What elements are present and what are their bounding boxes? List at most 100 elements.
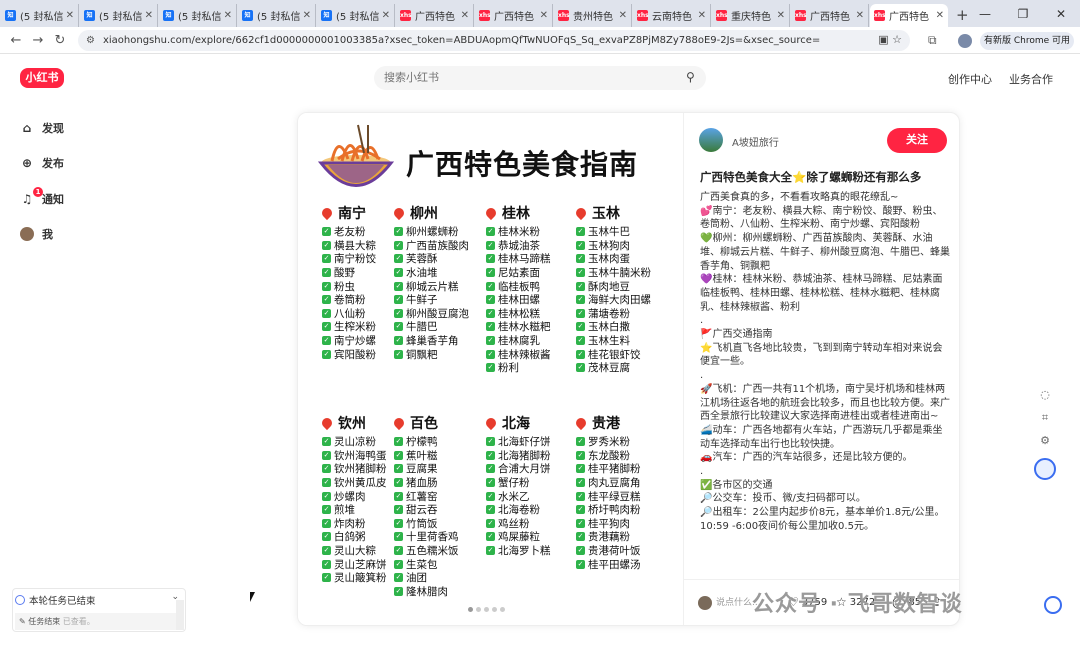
check-icon: ✓ [394,546,403,556]
check-icon: ✓ [394,573,403,583]
check-icon: ✓ [576,464,585,474]
tab-close-icon[interactable]: ✕ [698,10,706,21]
nav-creator-center[interactable]: 创作中心 [948,71,992,87]
settings-gear-icon[interactable]: ⚙ [1034,430,1056,452]
forward-button[interactable]: → [26,33,50,48]
carousel-dots[interactable] [468,607,508,612]
close-window-button[interactable]: ✕ [1042,7,1080,21]
note-image[interactable]: 广西特色美食指南 南宁 ✓ 老友粉 ✓ 横县大粽 ✓ 南宁粉饺 ✓ 酸野 ✓ 粉虫 ✓ 卷筒粉 ✓ 八仙粉 ✓… [298,113,683,625]
browser-tab[interactable]: 知 (5 封私信 ✕ [1,4,79,27]
check-icon: ✓ [576,546,585,556]
author-name[interactable]: A坡妞旅行 [732,134,779,149]
browser-tab[interactable]: xhs 贵州特色 ✕ [554,4,632,27]
tab-close-icon[interactable]: ✕ [856,10,864,21]
sidebar-item-me[interactable]: 我 [20,225,140,243]
check-icon: ✓ [322,437,331,447]
check-icon: ✓ [322,546,331,556]
author-avatar[interactable] [699,128,723,152]
check-icon: ✓ [322,227,331,237]
site-info-icon[interactable]: ⚙ [86,35,95,46]
browser-tab[interactable]: xhs 广西特色 ✕ [475,4,553,27]
check-icon: ✓ [576,532,585,542]
chat-icon[interactable]: ◌ [1034,384,1056,406]
carousel-dot[interactable] [476,607,481,612]
check-icon: ✓ [394,336,403,346]
crop-icon[interactable]: ⌗ [1034,407,1056,429]
check-icon: ✓ [486,546,495,556]
browser-tab[interactable]: xhs 广西特色 ✕ [791,4,869,27]
task-panel-scrollbar[interactable] [176,600,184,630]
check-icon: ✓ [576,268,585,278]
browser-tab[interactable]: 知 (5 封私信 ✕ [80,4,158,27]
reload-button[interactable]: ↻ [48,33,72,48]
browser-tab[interactable]: 知 (5 封私信 ✕ [159,4,237,27]
extensions-icon[interactable]: ⧉ [928,33,937,48]
tab-close-icon[interactable]: ✕ [540,10,548,21]
tab-close-icon[interactable]: ✕ [936,10,944,21]
note-paragraph: 🚀飞机：广西一共有11个机场，南宁吴圩机场和桂林两江机场往返各地的航班会比较多，… [700,383,950,423]
food-item: ✓ 桂花银虾饺 [576,347,666,361]
browser-tab[interactable]: xhs 广西特色 ✕ [396,4,474,27]
profile-avatar[interactable] [958,34,972,48]
tab-close-icon[interactable]: ✕ [145,10,153,21]
tab-close-icon[interactable]: ✕ [224,10,232,21]
task-status-icon [15,595,25,605]
search-icon[interactable]: ⚲ [686,70,695,84]
carousel-dot[interactable] [468,607,473,612]
check-icon: ✓ [322,308,331,318]
food-item: ✓ 芙蓉酥 [394,252,484,266]
check-icon: ✓ [576,322,585,332]
assistant-icon[interactable] [1034,458,1056,480]
nav-business[interactable]: 业务合作 [1009,71,1053,87]
tab-close-icon[interactable]: ✕ [619,10,627,21]
check-icon: ✓ [486,505,495,515]
check-icon: ✓ [486,227,495,237]
check-icon: ✓ [394,464,403,474]
url-text[interactable]: xiaohongshu.com/explore/662cf1d000000000… [103,35,820,46]
check-icon: ✓ [576,308,585,318]
tab-favicon-icon: xhs [637,10,649,21]
tab-favicon-icon: xhs [400,10,412,21]
sidebar-item-discover[interactable]: ⌂ 发现 [20,119,140,137]
food-region: 贵港 ✓ 罗秀米粉 ✓ 东龙酸粉 ✓ 桂平猪脚粉 ✓ 肉丸豆腐角 ✓ 桂平绿豆糕 ✓ 桥圩鸭肉粉 ✓ 桂平狗… [573,413,666,571]
carousel-dot[interactable] [484,607,489,612]
task-row: ✎ 任务结束 已查看。 [15,613,183,630]
follow-button[interactable]: 关注 [887,128,947,153]
carousel-dot[interactable] [500,607,505,612]
map-pin-icon [391,205,407,221]
region-name: 桂林 [502,206,530,222]
food-item: ✓ 鸡屎藤粒 [486,530,576,544]
browser-tab[interactable]: 知 (5 封私信 ✕ [238,4,316,27]
check-icon: ✓ [394,308,403,318]
note-paragraph: . [700,466,704,478]
chrome-update-button[interactable]: 有新版 Chrome 可用 [980,32,1074,50]
xiaohongshu-logo[interactable]: 小红书 [20,68,64,88]
carousel-dot[interactable] [492,607,497,612]
check-icon: ✓ [486,308,495,318]
tab-close-icon[interactable]: ✕ [461,10,469,21]
tab-close-icon[interactable]: ✕ [66,10,74,21]
sidebar-item-notify[interactable]: ♫ 1 通知 [20,187,140,208]
browser-tab[interactable]: 知 (5 封私信 ✕ [317,4,395,27]
minimize-button[interactable]: — [966,7,1004,21]
tab-title: 广西特色 [494,12,534,23]
maximize-button[interactable]: ❐ [1004,7,1042,21]
tab-close-icon[interactable]: ✕ [382,10,390,21]
tab-title: (5 封私信 [20,12,64,23]
tab-close-icon[interactable]: ✕ [777,10,785,21]
browser-tab[interactable]: xhs 云南特色 ✕ [633,4,711,27]
tab-close-icon[interactable]: ✕ [303,10,311,21]
back-button[interactable]: ← [4,33,28,48]
food-item: ✓ 牛腊巴 [394,320,484,334]
browser-tab[interactable]: xhs 广西特色 ✕ [870,4,948,27]
check-icon: ✓ [322,268,331,278]
task-header: 本轮任务已结束 [15,593,96,607]
sidebar-item-publish[interactable]: ⊕ 发布 [20,154,140,172]
browser-tab[interactable]: xhs 重庆特色 ✕ [712,4,790,27]
bookmark-star-icon[interactable]: ▣ ☆ [878,33,902,46]
omnibox[interactable]: ⚙ xiaohongshu.com/explore/662cf1d0000000… [78,30,910,51]
food-item: ✓ 柳州酸豆腐泡 [394,307,484,321]
assistant-floating-icon[interactable] [1044,596,1062,614]
search-input[interactable] [374,66,706,90]
task-status-panel: 本轮任务已结束 ⌄ ✎ 任务结束 已查看。 [12,588,186,632]
